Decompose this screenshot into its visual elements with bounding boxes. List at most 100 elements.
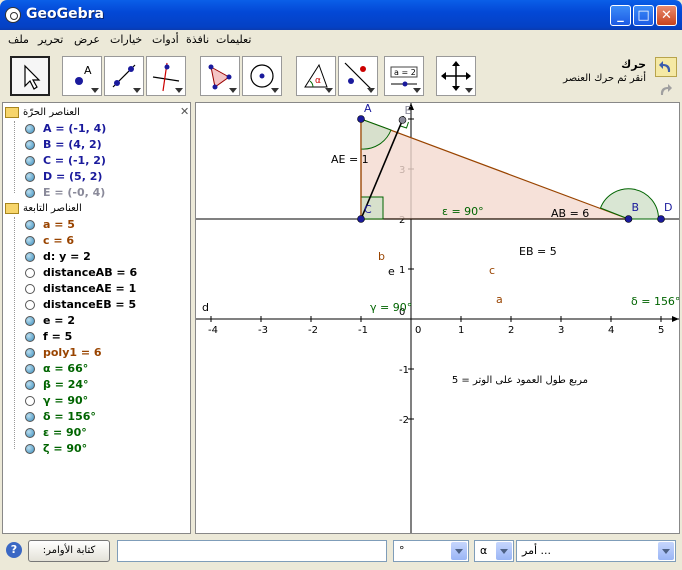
move-tool-button[interactable] xyxy=(10,56,50,96)
graphics-view[interactable]: -4-3-2-10123456543210-1-2 ABCDEAE = 1AB … xyxy=(195,15,680,534)
greek-letter-value: α xyxy=(480,544,488,557)
visibility-toggle-icon[interactable] xyxy=(25,268,35,278)
command-combo-value: أمر ... xyxy=(522,544,552,557)
visibility-toggle-icon[interactable] xyxy=(25,252,35,262)
x-tick-label: 2 xyxy=(508,325,514,336)
label-distance-ab: AB = 6 xyxy=(551,207,589,220)
point-e[interactable] xyxy=(398,116,407,124)
menu-view[interactable]: عرض xyxy=(74,33,100,46)
input-label-button[interactable]: كتابة الأوامر: xyxy=(28,540,110,562)
visibility-toggle-icon[interactable] xyxy=(25,380,35,390)
greek-letter-combo[interactable]: α xyxy=(474,540,514,562)
command-input[interactable] xyxy=(117,540,387,562)
chevron-down-icon[interactable] xyxy=(451,542,467,560)
polygon-tool-button[interactable] xyxy=(200,56,240,96)
visibility-toggle-icon[interactable] xyxy=(25,188,35,198)
free-object-text: B = (4, 2) xyxy=(43,138,102,151)
label-segment-e: e xyxy=(388,265,395,278)
dependent-object-text: α = 66° xyxy=(43,362,89,375)
menu-bar: ملف تحرير عرض خيارات أدوات نافذة تعليمات xyxy=(0,30,682,50)
menu-tools[interactable]: أدوات xyxy=(152,33,179,46)
visibility-toggle-icon[interactable] xyxy=(25,316,35,326)
minimize-button[interactable]: _ xyxy=(610,5,631,26)
label-segment-c: c xyxy=(489,264,495,277)
algebra-close-icon[interactable]: ✕ xyxy=(180,105,189,118)
menu-window[interactable]: نافذة xyxy=(186,33,209,46)
slider-tool-button[interactable]: a = 2 xyxy=(384,56,424,96)
dependent-object-text: poly1 = 6 xyxy=(43,346,102,359)
y-tick-label: 1 xyxy=(399,265,405,276)
visibility-toggle-icon[interactable] xyxy=(25,348,35,358)
free-object-text: A = (-1, 4) xyxy=(43,122,107,135)
redo-button[interactable] xyxy=(655,81,677,101)
dependent-object-text: ζ = 90° xyxy=(43,442,88,455)
point-d[interactable] xyxy=(657,215,665,223)
arrow-cursor-icon xyxy=(24,64,41,90)
close-button[interactable]: ✕ xyxy=(656,5,677,26)
y-tick-label: -1 xyxy=(399,365,409,376)
y-tick-label: -2 xyxy=(399,415,409,426)
visibility-toggle-icon[interactable] xyxy=(25,124,35,134)
degree-symbol-value: ° xyxy=(399,544,405,557)
circle-tool-button[interactable] xyxy=(242,56,282,96)
menu-file[interactable]: ملف xyxy=(8,33,29,46)
menu-options[interactable]: خيارات xyxy=(110,33,142,46)
point-c[interactable] xyxy=(357,215,365,223)
visibility-toggle-icon[interactable] xyxy=(25,428,35,438)
active-tool-help: أنقر ثم حرك العنصر xyxy=(563,73,646,84)
chevron-down-icon[interactable] xyxy=(496,542,512,560)
active-tool-name: حرك xyxy=(621,58,646,71)
maximize-button[interactable]: □ xyxy=(633,5,654,26)
visibility-toggle-icon[interactable] xyxy=(25,444,35,454)
visibility-toggle-icon[interactable] xyxy=(25,396,35,406)
x-tick-label: -2 xyxy=(308,325,318,336)
label-segment-b: b xyxy=(378,250,385,263)
polygon-poly1[interactable] xyxy=(360,118,629,220)
visibility-toggle-icon[interactable] xyxy=(25,300,35,310)
svg-text:a = 2: a = 2 xyxy=(394,68,416,77)
command-combo[interactable]: أمر ... xyxy=(516,540,676,562)
dependent-object-text: γ = 90° xyxy=(43,394,89,407)
angle-tool-button[interactable]: α xyxy=(296,56,336,96)
degree-symbol-combo[interactable]: ° xyxy=(393,540,469,562)
label-angle-delta: δ = 156° xyxy=(631,295,679,308)
label-line-d: d xyxy=(202,301,209,314)
undo-arrow-icon xyxy=(659,61,671,72)
move-view-tool-button[interactable] xyxy=(436,56,476,96)
visibility-toggle-icon[interactable] xyxy=(25,412,35,422)
perpendicular-tool-button[interactable] xyxy=(146,56,186,96)
graphics-canvas[interactable]: -4-3-2-10123456543210-1-2 ABCDEAE = 1AB … xyxy=(196,15,680,533)
visibility-toggle-icon[interactable] xyxy=(25,284,35,294)
x-tick-label: -3 xyxy=(258,325,268,336)
algebra-view: ✕ العناصر الحرّة A = (-1, 4) B = (4, 2) C … xyxy=(2,102,191,534)
help-icon[interactable]: ? xyxy=(6,542,22,558)
visibility-toggle-icon[interactable] xyxy=(25,140,35,150)
menu-help[interactable]: تعليمات xyxy=(216,33,251,46)
point-label-c: C xyxy=(364,203,372,216)
point-b[interactable] xyxy=(624,215,633,223)
visibility-toggle-icon[interactable] xyxy=(25,332,35,342)
point-a[interactable] xyxy=(357,115,365,123)
visibility-toggle-icon[interactable] xyxy=(25,364,35,374)
visibility-toggle-icon[interactable] xyxy=(25,172,35,182)
point-label-e: E xyxy=(405,104,412,117)
chevron-down-icon[interactable] xyxy=(658,542,674,560)
menu-edit[interactable]: تحرير xyxy=(38,33,63,46)
label-distance-eb: EB = 5 xyxy=(519,245,557,258)
svg-text:A: A xyxy=(84,64,92,77)
label-angle-epsilon: ε = 90° xyxy=(442,205,484,218)
reflect-tool-button[interactable] xyxy=(338,56,378,96)
undo-button[interactable] xyxy=(655,57,677,77)
visibility-toggle-icon[interactable] xyxy=(25,236,35,246)
point-tool-button[interactable]: A xyxy=(62,56,102,96)
line-tool-button[interactable] xyxy=(104,56,144,96)
label-segment-a: a xyxy=(496,293,503,306)
visibility-toggle-icon[interactable] xyxy=(25,220,35,230)
dependent-object-text: e = 2 xyxy=(43,314,75,327)
visibility-toggle-icon[interactable] xyxy=(25,156,35,166)
free-objects-header: العناصر الحرّة xyxy=(23,107,80,118)
title-bar: GeoGebra _ □ ✕ xyxy=(0,0,682,30)
label-angle-gamma: γ = 90° xyxy=(370,301,412,314)
redo-arrow-icon xyxy=(660,84,672,95)
dependent-object-text: δ = 156° xyxy=(43,410,96,423)
